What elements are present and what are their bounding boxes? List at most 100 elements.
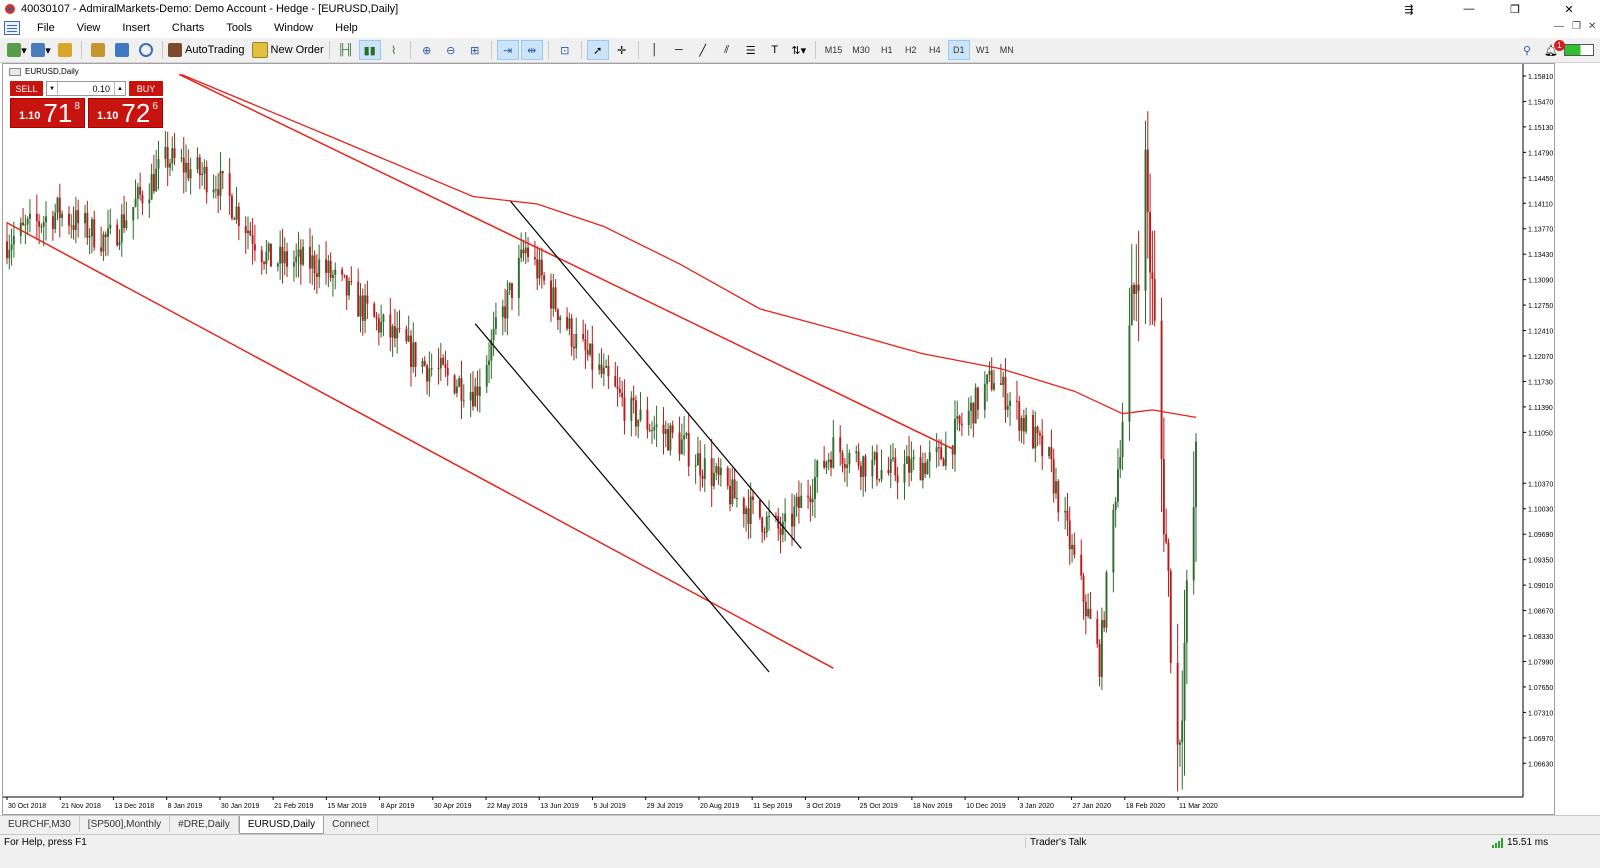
candle-body xyxy=(501,306,504,318)
vertical-line-button[interactable]: │ xyxy=(644,40,666,60)
autotrading-button[interactable]: AutoTrading xyxy=(168,40,245,60)
tf-h2-button[interactable]: H2 xyxy=(900,40,922,60)
chart-close-button[interactable]: ✕ xyxy=(1588,21,1596,32)
candle-body xyxy=(455,386,458,394)
candle-body xyxy=(926,460,929,475)
candle-body xyxy=(180,157,183,159)
horizontal-line-button[interactable]: ─ xyxy=(668,40,690,60)
arrows-button[interactable]: ⇅ ▾ xyxy=(788,40,810,60)
candle-body xyxy=(653,427,656,431)
candle-body xyxy=(297,249,300,257)
candle-body xyxy=(602,367,605,374)
price-tick-label: 1.11730 xyxy=(1528,379,1553,386)
candle-body xyxy=(871,459,874,477)
fibonacci-button[interactable]: ☰ xyxy=(740,40,762,60)
tf-d1-button[interactable]: D1 xyxy=(947,40,970,60)
menu-view[interactable]: View xyxy=(66,22,112,34)
restore-button[interactable]: ❐ xyxy=(1492,0,1538,18)
tf-m15-button[interactable]: M15 xyxy=(821,40,847,60)
candle-body xyxy=(1034,426,1037,449)
tile-windows-button[interactable]: ⊞ xyxy=(464,40,486,60)
candle-body xyxy=(752,496,754,500)
candle-body xyxy=(972,402,975,424)
candle-body xyxy=(999,383,1002,385)
channel-button[interactable]: ⫽ xyxy=(716,40,738,60)
chart-window[interactable]: EURUSD,Daily SELL ▼ 0.10 ▲ BUY 1.10 71 8… xyxy=(2,63,1555,815)
profiles-button[interactable]: ▾ xyxy=(30,40,52,60)
candle-body xyxy=(155,168,158,192)
candle-body xyxy=(733,479,736,499)
candle-body xyxy=(726,467,729,486)
candle-body xyxy=(1178,742,1181,745)
candle-body xyxy=(729,485,732,505)
tf-w1-button[interactable]: W1 xyxy=(972,40,994,60)
candle-body xyxy=(634,400,637,427)
menu-insert[interactable]: Insert xyxy=(111,22,161,34)
tf-m30-button[interactable]: M30 xyxy=(848,40,874,60)
signals-button[interactable] xyxy=(135,40,157,60)
candlestick-button[interactable]: ▮▮ xyxy=(358,40,381,60)
status-community-link[interactable]: Trader's Talk xyxy=(1025,837,1086,848)
connection-status-icon xyxy=(1564,44,1594,56)
tab-connect[interactable]: Connect xyxy=(324,816,379,832)
candle-body xyxy=(976,387,979,410)
tf-h4-button[interactable]: H4 xyxy=(924,40,946,60)
chart-window-icon[interactable] xyxy=(4,21,20,35)
zoom-out-button[interactable]: ⊖ xyxy=(440,40,462,60)
new-chart-button[interactable]: ▾ xyxy=(6,40,28,60)
candle-body xyxy=(954,418,956,455)
candle-body xyxy=(276,263,279,267)
zoom-in-button[interactable]: ⊕ xyxy=(416,40,438,60)
notifications-button[interactable]: 🔔︎ 1 xyxy=(1540,40,1565,60)
price-tick-label: 1.15810 xyxy=(1528,74,1553,81)
bar-chart-button[interactable]: ╟╢ xyxy=(335,40,357,60)
candle-body xyxy=(1048,447,1051,457)
indicators-button[interactable]: ⊡ xyxy=(554,40,576,60)
tab-eurchf-m30[interactable]: EURCHF,M30 xyxy=(0,816,80,832)
candle-body xyxy=(141,194,144,204)
menu-file[interactable]: File xyxy=(26,22,66,34)
chart-minimize-button[interactable]: — xyxy=(1554,21,1564,32)
market-watch-button[interactable] xyxy=(54,40,76,60)
candle-body xyxy=(742,498,745,515)
autoscroll-button[interactable]: ⇥ xyxy=(496,40,519,60)
status-connection[interactable]: 15.51 ms xyxy=(1492,837,1548,848)
tf-h1-button[interactable]: H1 xyxy=(876,40,898,60)
close-button[interactable]: ✕ xyxy=(1546,0,1592,18)
menu-charts[interactable]: Charts xyxy=(161,22,215,34)
menu-help[interactable]: Help xyxy=(324,22,369,34)
account-menu-icon[interactable]: ⇶ xyxy=(1386,0,1432,18)
candle-body xyxy=(302,246,305,265)
connection-status-button[interactable] xyxy=(1564,40,1594,60)
new-order-button[interactable]: New Order xyxy=(251,40,324,60)
candle-body xyxy=(758,499,761,518)
candle-body xyxy=(380,321,383,333)
text-button[interactable]: T xyxy=(764,40,786,60)
navigator-button[interactable] xyxy=(111,40,133,60)
trendline-button[interactable]: ╱ xyxy=(692,40,714,60)
indicators-icon: ⊡ xyxy=(560,44,570,57)
minimize-button[interactable]: — xyxy=(1446,0,1492,18)
candle-body xyxy=(765,516,768,533)
price-chart[interactable]: 1.15810 1.15470 1.15130 1.14790 1.14450 1.141… xyxy=(3,64,1554,814)
chart-restore-button[interactable]: ❐ xyxy=(1572,21,1581,32)
tf-mn-button[interactable]: MN xyxy=(996,40,1018,60)
tab-eurusd-daily[interactable]: EURUSD,Daily xyxy=(238,816,325,834)
candle-body xyxy=(1153,279,1156,321)
cursor-button[interactable]: ➚ xyxy=(586,40,609,60)
candlestick-icon: ▮▮ xyxy=(363,44,376,57)
crosshair-button[interactable]: ✛ xyxy=(611,40,633,60)
candle-body xyxy=(618,388,621,393)
candle-body xyxy=(77,210,80,224)
menu-tools[interactable]: Tools xyxy=(215,22,263,34)
data-window-button[interactable] xyxy=(87,40,109,60)
tab-dre-daily[interactable]: #DRE,Daily xyxy=(170,816,239,832)
menu-window[interactable]: Window xyxy=(263,22,324,34)
candle-body xyxy=(1183,642,1186,721)
tab-sp500-monthly[interactable]: [SP500],Monthly xyxy=(80,816,171,832)
bar-chart-icon: ╟╢ xyxy=(337,44,354,56)
chart-shift-button[interactable]: ⇹ xyxy=(520,40,543,60)
line-chart-button[interactable]: ⌇ xyxy=(383,40,405,60)
search-button[interactable]: ⚲ xyxy=(1516,40,1538,60)
candle-body xyxy=(107,228,109,237)
